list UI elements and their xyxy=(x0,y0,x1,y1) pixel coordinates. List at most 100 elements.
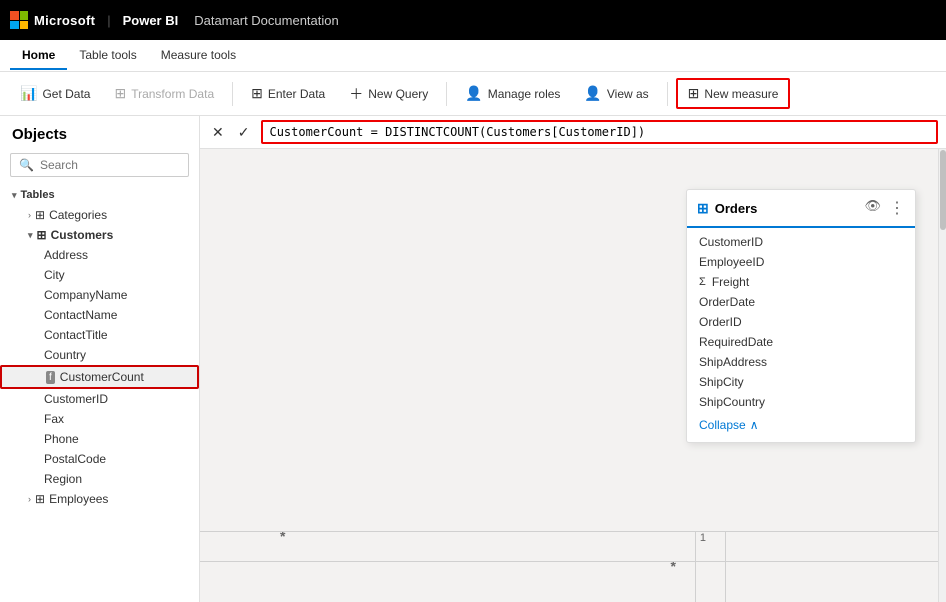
new-query-button[interactable]: ＋ New Query xyxy=(339,79,438,109)
contactname-label: ContactName xyxy=(44,308,117,322)
grid-line-h1 xyxy=(200,531,946,532)
orders-field-orderid: OrderID xyxy=(687,312,915,332)
orders-view-icon[interactable]: 👁 xyxy=(864,198,881,218)
orders-card-actions: 👁 ⋮ xyxy=(864,198,905,218)
orders-more-icon[interactable]: ⋮ xyxy=(889,198,905,218)
search-icon: 🔍 xyxy=(19,158,34,172)
enter-data-button[interactable]: ⊞ Enter Data xyxy=(241,80,335,107)
view-as-label: View as xyxy=(607,87,649,101)
measure-icon: f xyxy=(46,371,55,384)
sidebar-item-region[interactable]: Region xyxy=(0,469,199,489)
postalcode-label: PostalCode xyxy=(44,452,106,466)
sidebar-item-employees[interactable]: › ⊞ Employees xyxy=(0,489,199,509)
employees-chevron: › xyxy=(28,494,31,504)
scrollbar-thumb[interactable] xyxy=(940,150,946,230)
customerid-field-label: CustomerID xyxy=(699,235,763,249)
orders-table-icon: ⊞ xyxy=(697,200,709,217)
sidebar-item-country[interactable]: Country xyxy=(0,345,199,365)
customers-label: Customers xyxy=(51,228,114,242)
sidebar-item-customerid[interactable]: CustomerID xyxy=(0,389,199,409)
orders-field-customerid: CustomerID xyxy=(687,232,915,252)
collapse-icon: ∧ xyxy=(750,418,759,432)
tables-chevron: ▾ xyxy=(12,190,17,201)
microsoft-logo: Microsoft xyxy=(10,11,95,29)
orderdate-field-label: OrderDate xyxy=(699,295,755,309)
manage-roles-button[interactable]: 👤 Manage roles xyxy=(455,80,570,107)
sidebar-item-categories[interactable]: › ⊞ Categories xyxy=(0,205,199,225)
orders-field-employeeid: EmployeeID xyxy=(687,252,915,272)
scrollbar-track[interactable] xyxy=(938,149,946,602)
customers-chevron: ▾ xyxy=(28,230,33,241)
orders-card-body: CustomerID EmployeeID Σ Freight OrderDat… xyxy=(687,228,915,442)
sidebar-item-contactname[interactable]: ContactName xyxy=(0,305,199,325)
view-as-button[interactable]: 👤 View as xyxy=(574,80,658,107)
phone-label: Phone xyxy=(44,432,79,446)
companyname-label: CompanyName xyxy=(44,288,127,302)
ms-grid-icon xyxy=(10,11,28,29)
manage-roles-icon: 👤 xyxy=(465,85,482,102)
sidebar-item-contacttitle[interactable]: ContactTitle xyxy=(0,325,199,345)
address-label: Address xyxy=(44,248,88,262)
customers-table-icon: ⊞ xyxy=(37,228,47,242)
sidebar-item-city[interactable]: City xyxy=(0,265,199,285)
grid-line-v2 xyxy=(725,532,726,602)
separator-3 xyxy=(667,82,668,106)
grid-line-h2 xyxy=(200,561,946,562)
search-input[interactable] xyxy=(40,158,195,172)
manage-roles-label: Manage roles xyxy=(488,87,561,101)
new-query-label: New Query xyxy=(368,87,428,101)
tables-section: ▾ Tables xyxy=(0,185,199,205)
shipaddress-field-label: ShipAddress xyxy=(699,355,767,369)
formula-cancel-button[interactable]: ✕ xyxy=(208,122,228,143)
collapse-label: Collapse xyxy=(699,418,746,432)
title-divider: | xyxy=(107,13,110,28)
sidebar-item-customers[interactable]: ▾ ⊞ Customers xyxy=(0,225,199,245)
categories-label: Categories xyxy=(49,208,107,222)
sidebar-item-address[interactable]: Address xyxy=(0,245,199,265)
formula-input[interactable] xyxy=(261,120,938,144)
tab-home[interactable]: Home xyxy=(10,42,67,70)
sidebar-item-customercount[interactable]: f CustomerCount xyxy=(0,365,199,389)
powerbi-text: Power BI xyxy=(123,13,179,28)
tab-measure-tools[interactable]: Measure tools xyxy=(149,42,248,70)
sidebar-tree: ▾ Tables › ⊞ Categories ▾ ⊞ Customers Ad… xyxy=(0,185,199,602)
sidebar-item-postalcode[interactable]: PostalCode xyxy=(0,449,199,469)
formula-controls: ✕ ✓ xyxy=(208,122,253,143)
get-data-button[interactable]: 📊 Get Data xyxy=(10,80,100,107)
sidebar-item-fax[interactable]: Fax xyxy=(0,409,199,429)
employees-table-icon: ⊞ xyxy=(35,492,45,506)
microsoft-text: Microsoft xyxy=(34,13,95,28)
orders-card-title: ⊞ Orders xyxy=(697,200,757,217)
orders-title-text: Orders xyxy=(715,201,758,216)
customercount-label: CustomerCount xyxy=(60,370,144,384)
formula-confirm-button[interactable]: ✓ xyxy=(234,122,254,143)
sidebar-item-phone[interactable]: Phone xyxy=(0,429,199,449)
contacttitle-label: ContactTitle xyxy=(44,328,108,342)
region-label: Region xyxy=(44,472,82,486)
search-box[interactable]: 🔍 xyxy=(10,153,189,177)
canvas-area: ⊞ Orders 👁 ⋮ CustomerID EmployeeID xyxy=(200,149,946,602)
sidebar-item-companyname[interactable]: CompanyName xyxy=(0,285,199,305)
new-measure-label: New measure xyxy=(704,87,778,101)
doc-title: Datamart Documentation xyxy=(194,13,339,28)
sigma-icon: Σ xyxy=(699,276,706,288)
formula-bar: ✕ ✓ xyxy=(200,116,946,149)
collapse-link[interactable]: Collapse ∧ xyxy=(687,412,915,438)
employeeid-field-label: EmployeeID xyxy=(699,255,764,269)
new-measure-button[interactable]: ⊞ New measure xyxy=(676,78,791,109)
customerid-label: CustomerID xyxy=(44,392,108,406)
tab-table-tools[interactable]: Table tools xyxy=(67,42,148,70)
objects-heading: Objects xyxy=(0,116,199,149)
enter-data-icon: ⊞ xyxy=(251,85,263,102)
toolbar: 📊 Get Data ⊞ Transform Data ⊞ Enter Data… xyxy=(0,72,946,116)
ribbon-tabs: Home Table tools Measure tools xyxy=(0,40,946,72)
orders-field-orderdate: OrderDate xyxy=(687,292,915,312)
grid-number-1: 1 xyxy=(700,532,706,544)
transform-data-label: Transform Data xyxy=(131,87,214,101)
separator-2 xyxy=(446,82,447,106)
transform-data-button[interactable]: ⊞ Transform Data xyxy=(104,80,224,107)
shipcountry-field-label: ShipCountry xyxy=(699,395,765,409)
country-label: Country xyxy=(44,348,86,362)
orders-field-shipaddress: ShipAddress xyxy=(687,352,915,372)
shipcity-field-label: ShipCity xyxy=(699,375,744,389)
